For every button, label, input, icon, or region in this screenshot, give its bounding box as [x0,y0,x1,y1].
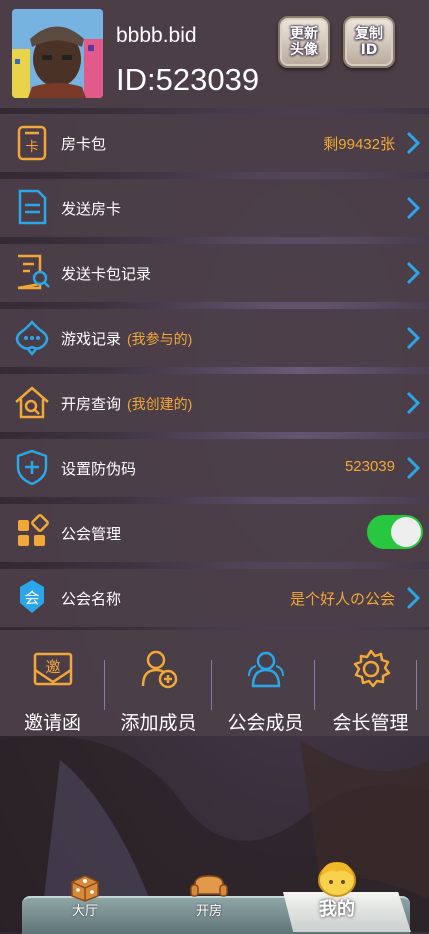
menu-label: 发送房卡 [61,201,122,218]
chevron-right-icon [406,391,421,415]
menu-value: 523039 [344,458,395,475]
menu-row-send-record[interactable]: 发送卡包记录 [0,244,429,302]
tab-label: 我的 [319,899,355,920]
chevron-right-icon [406,196,421,220]
action-label: 邀请函 [23,713,81,734]
chevron-right-icon [406,326,421,350]
menu-row-send-card[interactable]: 发送房卡 [0,179,429,237]
profile-icon [318,862,356,897]
gear-icon [353,649,391,688]
add-member-icon [141,650,178,689]
record-search-icon [17,254,50,290]
tab-mine[interactable]: 我的 [308,858,366,921]
president-management-button[interactable]: 会长管理 [318,630,423,736]
guild-members-button[interactable]: 公会成员 [213,630,318,736]
update-avatar-button[interactable]: 更新 头像 [278,16,330,68]
game-chat-icon [15,319,49,357]
svg-text:卡: 卡 [25,140,38,155]
tab-label: 大厅 [71,904,98,919]
menu-label: 公会管理 [61,526,122,543]
guild-management-toggle[interactable] [367,515,423,549]
menu-label: 开房查询 (我创建的) [61,396,193,413]
room-card-icon: 卡 [17,125,47,161]
profile-header: bbbb.bid ID:523039 更新 头像 复制 ID [0,0,429,108]
menu-row-room-card[interactable]: 卡 房卡包 剩99432张 [0,114,429,172]
divider [211,660,212,710]
members-icon [248,651,284,688]
divider [104,660,105,710]
menu-row-guild-name[interactable]: 会 公会名称 是个好人の公会 [0,569,429,627]
guild-badge-icon: 会 [20,580,44,613]
chevron-right-icon [406,456,421,480]
divider [314,660,315,710]
menu-row-guild-management: 公会管理 [0,504,429,562]
chevron-right-icon [406,586,421,610]
sofa-icon [190,875,228,897]
toggle-knob [391,517,421,547]
copy-id-button[interactable]: 复制 ID [343,16,395,68]
menu-label: 游戏记录 (我参与的) [61,331,193,348]
menu-label: 设置防伪码 [61,461,137,478]
document-icon [18,189,47,225]
menu-row-anti-fake-code[interactable]: 设置防伪码 523039 [0,439,429,497]
add-member-button[interactable]: 添加成员 [106,630,211,736]
menu-label: 发送卡包记录 [61,266,152,283]
action-label: 会长管理 [332,713,409,734]
menu-row-game-record[interactable]: 游戏记录 (我参与的) [0,309,429,367]
divider [416,660,417,710]
action-label: 添加成员 [120,713,197,734]
svg-text:邀: 邀 [45,658,60,676]
house-search-icon [15,386,49,419]
menu-label: 公会名称 [61,591,122,608]
menu-sublabel: (我创建的) [127,396,193,412]
shield-plus-icon [16,449,48,486]
tab-lobby[interactable]: 大厅 [60,872,110,919]
menu-row-room-query[interactable]: 开房查询 (我创建的) [0,374,429,432]
grid-apps-icon [18,514,49,546]
tab-label: 开房 [195,904,222,919]
invitation-button[interactable]: 邀 邀请函 [0,630,105,736]
svg-text:会: 会 [24,589,39,607]
menu-sublabel: (我参与的) [127,331,193,347]
action-label: 公会成员 [227,713,304,734]
dice-icon [71,875,99,902]
invitation-envelope-icon: 邀 [33,652,73,686]
user-name: bbbb.bid [116,24,197,47]
guild-actions: 邀 邀请函 添加成员 公会成员 会长管理 [0,630,429,736]
user-id: ID:523039 [116,62,260,97]
menu-value: 是个好人の公会 [289,591,395,608]
chevron-right-icon [406,131,421,155]
menu-label: 房卡包 [61,136,107,153]
menu-value: 剩99432张 [323,136,395,153]
tab-open-room[interactable]: 开房 [184,874,234,919]
avatar[interactable] [12,9,103,98]
chevron-right-icon [406,261,421,285]
